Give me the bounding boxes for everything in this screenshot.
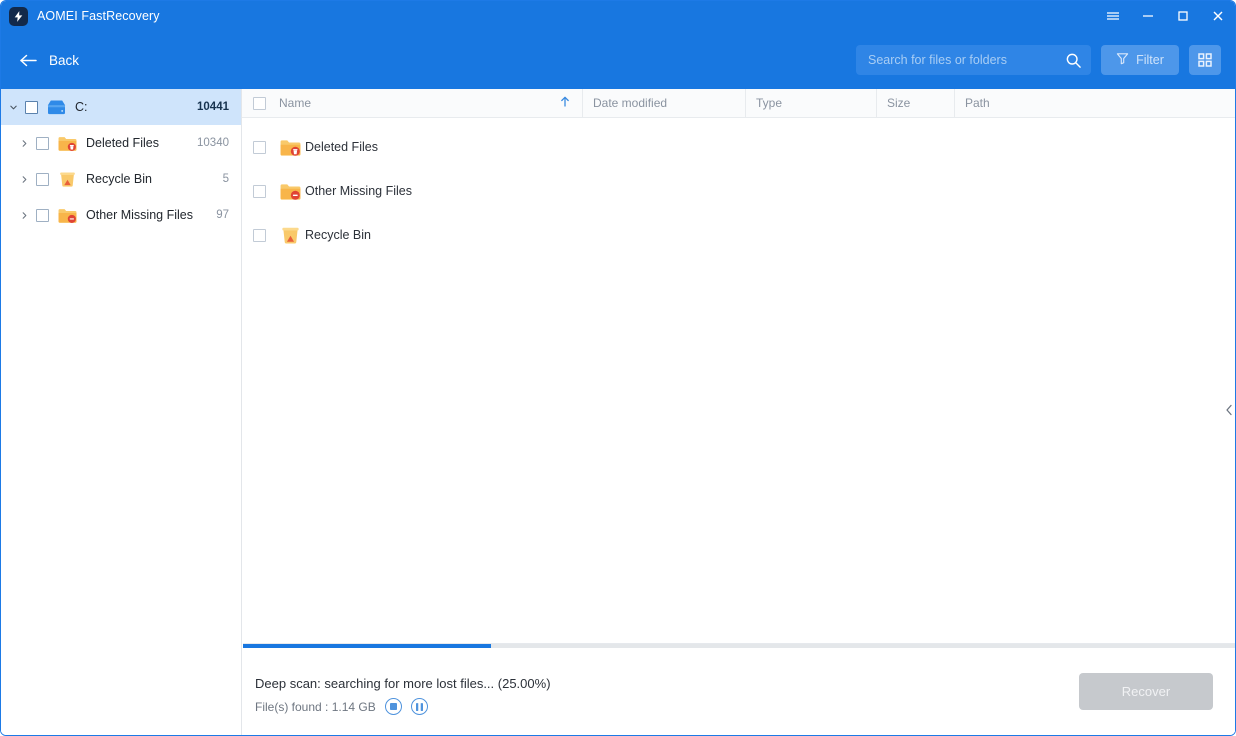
filter-button[interactable]: Filter xyxy=(1101,45,1179,75)
column-header-size[interactable]: Size xyxy=(877,89,955,117)
search-input[interactable] xyxy=(868,53,1065,67)
row-name: Recycle Bin xyxy=(305,228,371,242)
column-header-path[interactable]: Path xyxy=(955,89,1235,117)
recycle-bin-icon xyxy=(279,226,305,245)
row-name: Deleted Files xyxy=(305,140,378,154)
table-row[interactable]: Other Missing Files xyxy=(242,169,1235,213)
sidebar-item-label: Deleted Files xyxy=(86,136,159,150)
status-bar: Deep scan: searching for more lost files… xyxy=(243,643,1235,735)
lightning-bolt-logo xyxy=(9,6,28,26)
sort-ascending-icon[interactable] xyxy=(560,96,570,111)
search-icon[interactable] xyxy=(1065,52,1082,69)
grid-view-icon[interactable] xyxy=(1189,45,1221,75)
row-checkbox[interactable] xyxy=(253,228,266,242)
chevron-right-icon[interactable] xyxy=(16,139,32,148)
minimize-icon[interactable] xyxy=(1130,1,1165,31)
maximize-icon[interactable] xyxy=(1165,1,1200,31)
column-label-path: Path xyxy=(965,96,990,110)
column-header-name[interactable]: Name xyxy=(242,89,583,117)
recover-label: Recover xyxy=(1121,684,1171,699)
app-window: AOMEI FastRecovery Back Search for files… xyxy=(0,0,1236,736)
disk-drive-icon xyxy=(46,99,67,116)
sidebar-item-count: 10340 xyxy=(197,137,229,149)
toolbar-right-group: Filter xyxy=(856,31,1221,89)
select-all-checkbox[interactable] xyxy=(253,96,266,110)
sidebar-tree: C: 10441 Deleted Files 10340 Recycle Bin… xyxy=(1,89,242,735)
column-label-date-modified: Date modified xyxy=(593,96,668,110)
close-icon[interactable] xyxy=(1200,1,1235,31)
arrow-left-icon xyxy=(19,53,38,68)
sidebar-item-c-drive[interactable]: C: 10441 xyxy=(1,89,241,125)
recover-button[interactable]: Recover xyxy=(1079,673,1213,710)
filter-label: Filter xyxy=(1136,53,1164,67)
sidebar-item-label: Recycle Bin xyxy=(86,172,152,186)
window-controls xyxy=(1095,1,1235,31)
folder-deleted-icon xyxy=(279,138,305,157)
column-label-type: Type xyxy=(756,96,783,110)
search-box[interactable] xyxy=(856,45,1091,75)
row-name: Other Missing Files xyxy=(305,184,412,198)
content-area: C: 10441 Deleted Files 10340 Recycle Bin… xyxy=(1,89,1235,735)
column-header-date-modified[interactable]: Date modified xyxy=(583,89,746,117)
back-button[interactable]: Back xyxy=(13,49,85,72)
recycle-bin-icon xyxy=(57,171,78,188)
column-label-size: Size xyxy=(887,96,911,110)
sidebar-item-count: 97 xyxy=(216,209,229,221)
chevron-right-icon[interactable] xyxy=(16,211,32,220)
toolbar: Back Filter xyxy=(1,31,1235,89)
row-checkbox[interactable] xyxy=(253,140,266,154)
sidebar-item-count: 5 xyxy=(222,173,229,185)
table-row[interactable]: Recycle Bin xyxy=(242,213,1235,257)
checkbox-recycle-bin[interactable] xyxy=(36,172,49,186)
chevron-down-icon[interactable] xyxy=(5,103,21,112)
scan-status-details: File(s) found : 1.14 GB xyxy=(255,698,428,715)
checkbox-other-missing-files[interactable] xyxy=(36,208,49,222)
sidebar-item-recycle-bin[interactable]: Recycle Bin 5 xyxy=(1,161,241,197)
row-checkbox[interactable] xyxy=(253,184,266,198)
checkbox-c-drive[interactable] xyxy=(25,100,38,114)
scan-progress-fill xyxy=(243,644,491,648)
sidebar-item-label: Other Missing Files xyxy=(86,208,193,222)
chevron-left-icon[interactable] xyxy=(1223,397,1235,423)
folder-deleted-icon xyxy=(57,135,78,152)
pause-icon[interactable] xyxy=(410,698,428,715)
table-row[interactable]: Deleted Files xyxy=(242,125,1235,169)
sidebar-item-label: C: xyxy=(75,100,88,114)
checkbox-deleted-files[interactable] xyxy=(36,136,49,150)
hamburger-menu-icon[interactable] xyxy=(1095,1,1130,31)
folder-missing-icon xyxy=(57,207,78,224)
app-title: AOMEI FastRecovery xyxy=(37,9,160,23)
scan-status-message: Deep scan: searching for more lost files… xyxy=(255,676,551,691)
funnel-icon xyxy=(1116,52,1129,68)
title-bar: AOMEI FastRecovery xyxy=(1,1,1235,31)
column-header-type[interactable]: Type xyxy=(746,89,877,117)
back-label: Back xyxy=(49,52,80,68)
stop-icon[interactable] xyxy=(384,698,402,715)
scan-progress-bar xyxy=(243,644,1235,648)
chevron-right-icon[interactable] xyxy=(16,175,32,184)
sidebar-item-other-missing-files[interactable]: Other Missing Files 97 xyxy=(1,197,241,233)
file-list-header: Name Date modified Type Size Path xyxy=(242,89,1235,118)
folder-missing-icon xyxy=(279,182,305,201)
file-list-panel: Name Date modified Type Size Path Delete… xyxy=(242,89,1235,735)
files-found-label: File(s) found : 1.14 GB xyxy=(255,699,376,714)
sidebar-item-deleted-files[interactable]: Deleted Files 10340 xyxy=(1,125,241,161)
sidebar-item-count: 10441 xyxy=(197,101,229,113)
column-label-name: Name xyxy=(279,96,312,110)
